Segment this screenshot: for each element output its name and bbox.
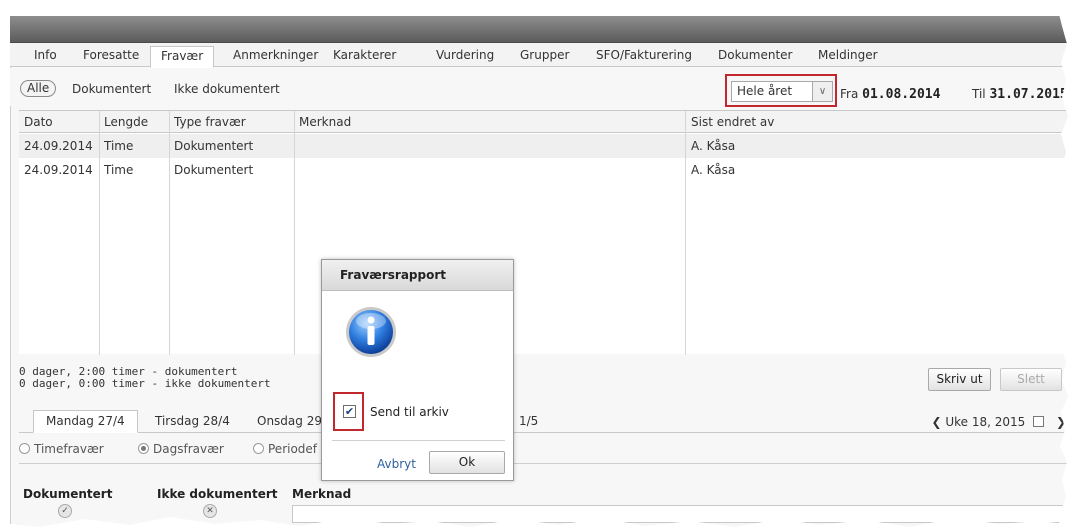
- radio-timefravaer[interactable]: Timefravær: [19, 442, 104, 456]
- archive-checkbox-label[interactable]: Send til arkiv: [370, 405, 449, 419]
- radio-periodefravaer[interactable]: Periodef: [253, 442, 317, 456]
- column-divider: [685, 111, 686, 355]
- top-bar: [10, 16, 1072, 43]
- period-to: Til 31.07.2015: [972, 87, 1068, 102]
- tab-fredag[interactable]: 1/5: [519, 414, 538, 428]
- from-date: 01.08.2014: [862, 87, 941, 102]
- day-tabs: Mandag 27/4 Tirsdag 28/4 Onsdag 29 1/5: [19, 409, 1072, 433]
- radio-icon: [19, 443, 30, 454]
- to-label: Til: [972, 87, 986, 101]
- cell-changed-by: A. Kåsa: [691, 163, 736, 177]
- col-merknad[interactable]: Merknad: [299, 115, 351, 129]
- from-label: Fra: [840, 87, 859, 101]
- column-divider: [99, 111, 100, 355]
- dialog-title: Fraværsrapport: [322, 260, 513, 291]
- tab-karakterer[interactable]: Karakterer: [333, 48, 396, 62]
- column-divider: [169, 111, 170, 355]
- col-lengde[interactable]: Lengde: [104, 115, 148, 129]
- radio-label: Timefravær: [34, 442, 104, 456]
- header-documented: Dokumentert: [23, 487, 113, 501]
- col-type[interactable]: Type fravær: [174, 115, 246, 129]
- header-undocumented: Ikke dokumentert: [157, 487, 278, 501]
- chevron-left-icon[interactable]: ❮: [931, 415, 941, 429]
- print-button[interactable]: Skriv ut: [928, 368, 991, 391]
- tab-meldinger[interactable]: Meldinger: [818, 48, 878, 62]
- ok-button[interactable]: Ok: [429, 451, 505, 474]
- info-icon: [346, 307, 396, 357]
- tab-dokumenter[interactable]: Dokumenter: [718, 48, 792, 62]
- tab-vurdering[interactable]: Vurdering: [436, 48, 494, 62]
- tab-anmerkninger[interactable]: Anmerkninger: [233, 48, 318, 62]
- archive-checkbox[interactable]: ✔: [343, 405, 356, 418]
- filter-undocumented[interactable]: Ikke dokumentert: [174, 82, 280, 96]
- header-note: Merknad: [292, 487, 352, 501]
- tab-sfo-fakturering[interactable]: SFO/Fakturering: [596, 48, 692, 62]
- calendar-icon[interactable]: [1033, 416, 1045, 427]
- filter-documented[interactable]: Dokumentert: [72, 82, 151, 96]
- cell-length: Time: [104, 139, 134, 153]
- torn-edge-right: [1058, 10, 1080, 531]
- radio-label: Dagsfravær: [153, 442, 224, 456]
- cell-type: Dokumentert: [174, 139, 254, 153]
- filter-all[interactable]: Alle: [20, 80, 57, 97]
- cell-length: Time: [104, 163, 134, 177]
- col-sist-endret[interactable]: Sist endret av: [691, 115, 774, 129]
- radio-dagsfravaer[interactable]: Dagsfravær: [138, 442, 224, 456]
- radio-label: Periodef: [268, 442, 318, 456]
- summary-undocumented: 0 dager, 0:00 timer - ikke dokumentert: [19, 377, 271, 390]
- delete-button[interactable]: Slett: [1000, 368, 1062, 391]
- period-select-value: Hele året: [737, 84, 793, 98]
- torn-edge-bottom: [0, 517, 1080, 531]
- tab-grupper[interactable]: Grupper: [520, 48, 569, 62]
- to-date: 31.07.2015: [989, 87, 1068, 102]
- table-row[interactable]: 24.09.2014 Time Dokumentert A. Kåsa: [19, 134, 1072, 158]
- week-label: Uke 18, 2015: [945, 415, 1026, 429]
- radio-icon: [138, 443, 149, 454]
- cancel-link[interactable]: Avbryt: [377, 457, 416, 471]
- chevron-down-icon[interactable]: ∨: [812, 82, 832, 101]
- tab-info[interactable]: Info: [34, 48, 57, 62]
- main-tabs: Info Foresatte Fravær Anmerkninger Karak…: [10, 43, 1072, 68]
- absence-summary: 0 dager, 2:00 timer - dokumentert 0 dage…: [19, 366, 271, 390]
- tab-mandag[interactable]: Mandag 27/4: [33, 410, 138, 433]
- divider: [19, 463, 1072, 464]
- tab-onsdag[interactable]: Onsdag 29: [257, 414, 322, 428]
- cell-date: 24.09.2014: [24, 163, 93, 177]
- absence-table: Dato Lengde Type fravær Merknad Sist end…: [19, 110, 1072, 355]
- period-from: Fra 01.08.2014: [840, 87, 940, 102]
- radio-icon: [253, 443, 264, 454]
- tab-foresatte[interactable]: Foresatte: [83, 48, 139, 62]
- period-select[interactable]: Hele året ∨: [731, 81, 833, 102]
- table-row[interactable]: 24.09.2014 Time Dokumentert A. Kåsa: [19, 158, 1072, 182]
- dialog-divider: [332, 440, 505, 441]
- cell-changed-by: A. Kåsa: [691, 139, 736, 153]
- cell-date: 24.09.2014: [24, 139, 93, 153]
- column-divider: [294, 111, 295, 355]
- tab-tirsdag[interactable]: Tirsdag 28/4: [155, 414, 230, 428]
- table-header: Dato Lengde Type fravær Merknad Sist end…: [19, 111, 1072, 133]
- tab-fravaer[interactable]: Fravær: [150, 46, 215, 68]
- cell-type: Dokumentert: [174, 163, 254, 177]
- col-dato[interactable]: Dato: [24, 115, 53, 129]
- report-dialog: Fraværsrapport ✔ Send til arkiv Avbryt O…: [321, 259, 514, 481]
- week-navigator: ❮ Uke 18, 2015 ❯: [931, 415, 1066, 429]
